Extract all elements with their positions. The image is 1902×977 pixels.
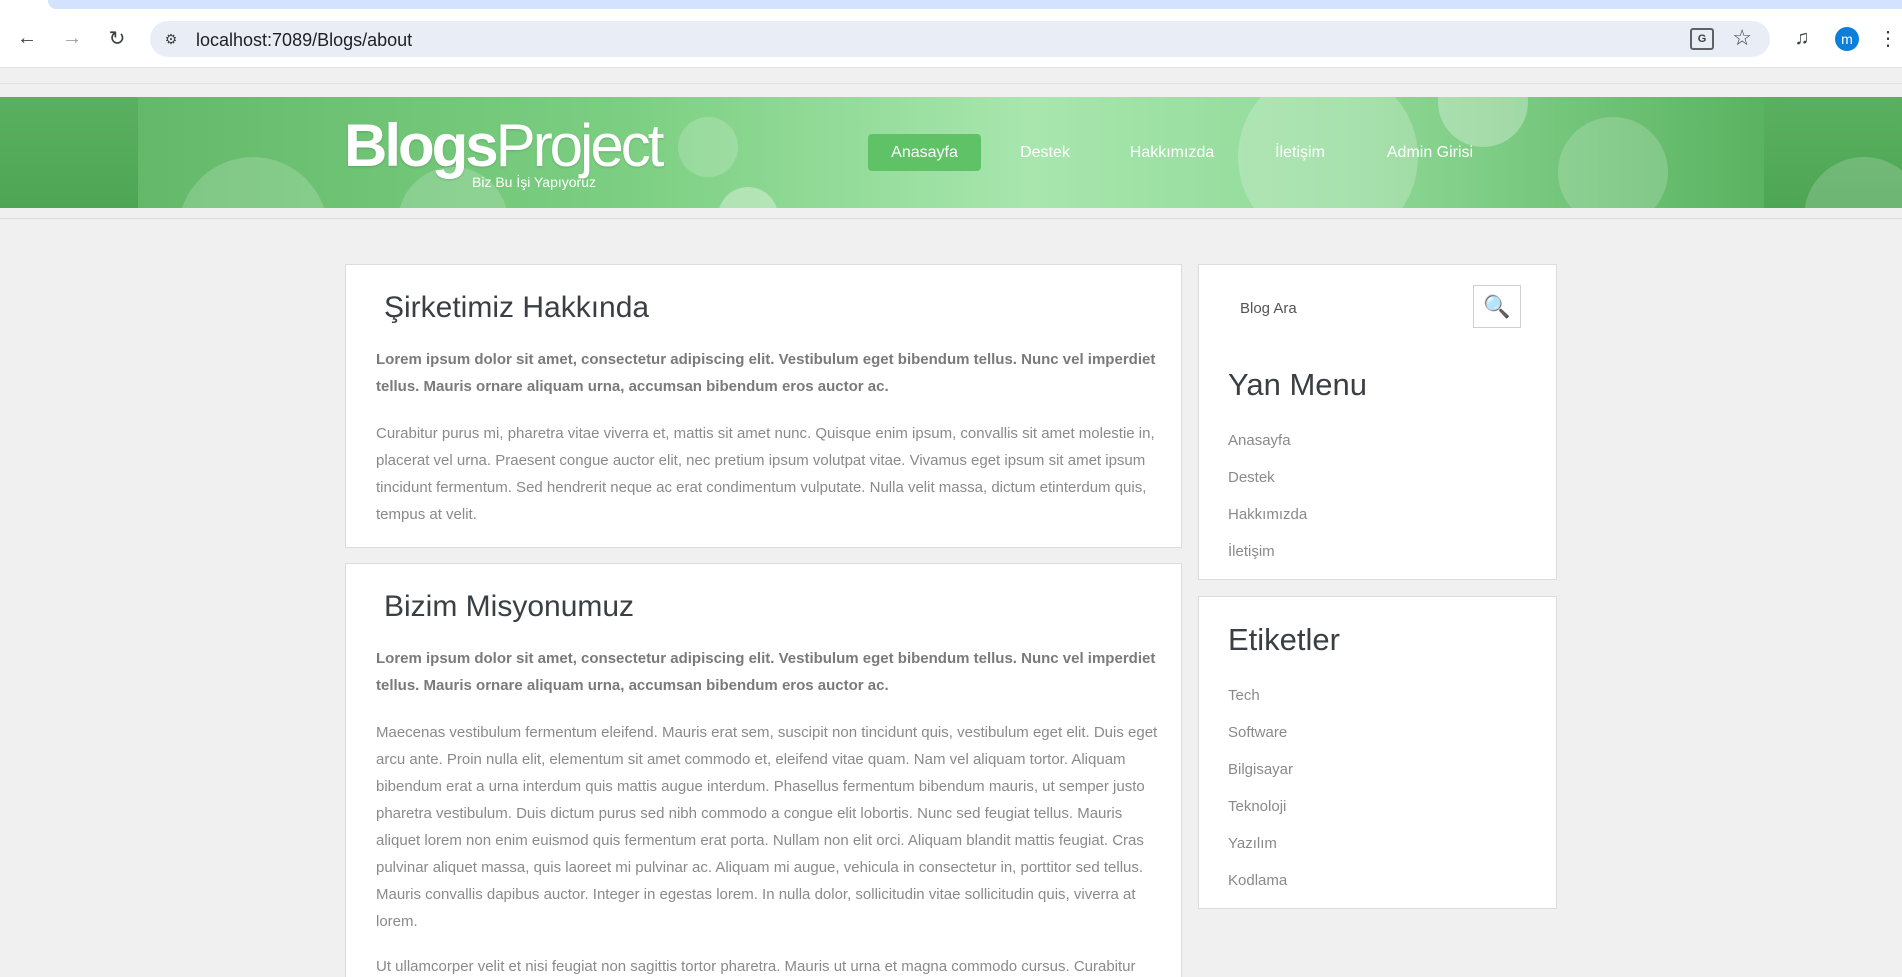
section-body: Maecenas vestibulum fermentum eleifend. … xyxy=(376,724,1158,930)
sidebar-menu-title: Yan Menu xyxy=(1228,367,1368,402)
header-divider xyxy=(0,218,1902,219)
nav-hakkimizda[interactable]: Hakkımızda xyxy=(1126,134,1218,171)
search-icon: 🔍 xyxy=(1483,293,1511,319)
tag-bilgisayar[interactable]: Bilgisayar xyxy=(1228,761,1293,778)
nav-iletisim[interactable]: İletişim xyxy=(1270,134,1330,171)
media-controls-icon[interactable]: ♫ xyxy=(1786,22,1818,54)
nav-destek[interactable]: Destek xyxy=(1010,134,1080,171)
tab-strip xyxy=(0,0,1902,9)
reload-icon[interactable]: ↻ xyxy=(101,22,133,54)
section-lead: Lorem ipsum dolor sit amet, consectetur … xyxy=(376,351,1156,395)
profile-avatar[interactable]: m xyxy=(1835,27,1859,51)
tag-yazilim[interactable]: Yazılım xyxy=(1228,835,1277,852)
site-tagline: Biz Bu İşi Yapıyoruz xyxy=(472,174,596,190)
tag-tech[interactable]: Tech xyxy=(1228,687,1260,704)
sidebar-item-anasayfa[interactable]: Anasayfa xyxy=(1228,432,1291,449)
address-bar[interactable]: ⚙ localhost:7089/Blogs/about G ☆ xyxy=(150,21,1770,57)
banner-right-edge xyxy=(1764,97,1902,208)
site-logo[interactable]: BlogsProject xyxy=(344,116,664,176)
kebab-menu-icon[interactable]: ⋮ xyxy=(1878,22,1898,54)
tags-title: Etiketler xyxy=(1228,622,1340,657)
browser-toolbar: ← → ↻ ⚙ localhost:7089/Blogs/about G ☆ ♫… xyxy=(0,9,1902,68)
active-tab-edge[interactable] xyxy=(0,0,48,9)
translate-icon[interactable]: G xyxy=(1690,28,1714,50)
back-icon[interactable]: ← xyxy=(11,22,43,54)
forward-icon[interactable]: → xyxy=(56,22,88,54)
sidebar-item-iletisim[interactable]: İletişim xyxy=(1228,543,1275,560)
bookmark-star-icon[interactable]: ☆ xyxy=(1732,25,1752,51)
sidebar-item-hakkimizda[interactable]: Hakkımızda xyxy=(1228,506,1307,523)
url-text[interactable]: localhost:7089/Blogs/about xyxy=(196,30,412,51)
tag-software[interactable]: Software xyxy=(1228,724,1287,741)
section-body-2: Ut ullamcorper velit et nisi feugiat non… xyxy=(376,958,1136,975)
about-section-card: Şirketimiz Hakkında Lorem ipsum dolor si… xyxy=(345,264,1182,548)
tab-strip-background xyxy=(48,0,1902,9)
banner-left-edge xyxy=(0,97,138,208)
site-info-icon[interactable]: ⚙ xyxy=(160,28,182,50)
search-input[interactable]: Blog Ara xyxy=(1240,300,1297,317)
nav-anasayfa[interactable]: Anasayfa xyxy=(868,134,981,171)
tag-teknoloji[interactable]: Teknoloji xyxy=(1228,798,1286,815)
section-body: Curabitur purus mi, pharetra vitae viver… xyxy=(376,425,1155,523)
section-lead: Lorem ipsum dolor sit amet, consectetur … xyxy=(376,650,1156,694)
tag-kodlama[interactable]: Kodlama xyxy=(1228,872,1287,889)
section-title: Şirketimiz Hakkında xyxy=(384,291,650,324)
mission-section-card: Bizim Misyonumuz Lorem ipsum dolor sit a… xyxy=(345,563,1182,977)
section-title: Bizim Misyonumuz xyxy=(384,590,635,623)
nav-admin-girisi[interactable]: Admin Girisi xyxy=(1383,134,1477,171)
top-divider xyxy=(0,83,1902,84)
search-button[interactable]: 🔍 xyxy=(1473,285,1521,328)
sidebar-item-destek[interactable]: Destek xyxy=(1228,469,1275,486)
